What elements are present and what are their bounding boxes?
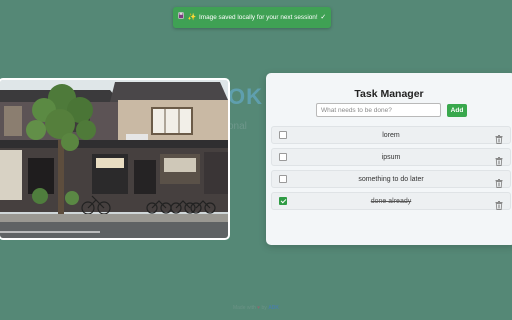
footer-prefix: Made with	[232, 305, 256, 311]
footer-brand-link[interactable]: ADK	[268, 305, 279, 311]
trash-icon[interactable]	[495, 197, 503, 210]
sparkles-icon: ✨	[187, 14, 197, 21]
footer: Made with ♥ by ADK	[0, 305, 512, 311]
trash-icon[interactable]	[495, 175, 503, 188]
trash-icon[interactable]	[495, 153, 503, 166]
footer-by: by	[261, 305, 267, 311]
task-row: something to do later	[271, 170, 511, 188]
new-task-input[interactable]	[316, 103, 441, 117]
task-manager-title: Task Manager	[354, 88, 424, 100]
task-manager-panel: Task Manager Add lorem ipsum something t…	[266, 73, 512, 245]
task-text: something to do later	[358, 176, 424, 183]
toast-notification: ✨ Image saved locally for your next sess…	[173, 7, 331, 28]
background-page-heading: OK	[228, 84, 263, 109]
task-checkbox[interactable]	[279, 175, 287, 183]
background-page-subheading: onal	[228, 121, 247, 132]
task-checkbox-checked[interactable]	[279, 197, 287, 205]
add-task-button[interactable]: Add	[447, 104, 467, 117]
trash-icon[interactable]	[495, 131, 503, 144]
task-checkbox[interactable]	[279, 131, 287, 139]
street-photo	[0, 78, 230, 240]
check-icon: ✓	[320, 14, 327, 21]
task-text: done already	[370, 198, 412, 205]
task-row: lorem	[271, 126, 511, 144]
task-text: ipsum	[381, 154, 401, 161]
save-icon	[177, 7, 184, 28]
task-checkbox[interactable]	[279, 153, 287, 161]
heart-icon: ♥	[257, 305, 261, 311]
toast-text: Image saved locally for your next sessio…	[198, 14, 318, 21]
task-row: done already	[271, 192, 511, 210]
task-text: lorem	[382, 132, 400, 139]
task-row: ipsum	[271, 148, 511, 166]
